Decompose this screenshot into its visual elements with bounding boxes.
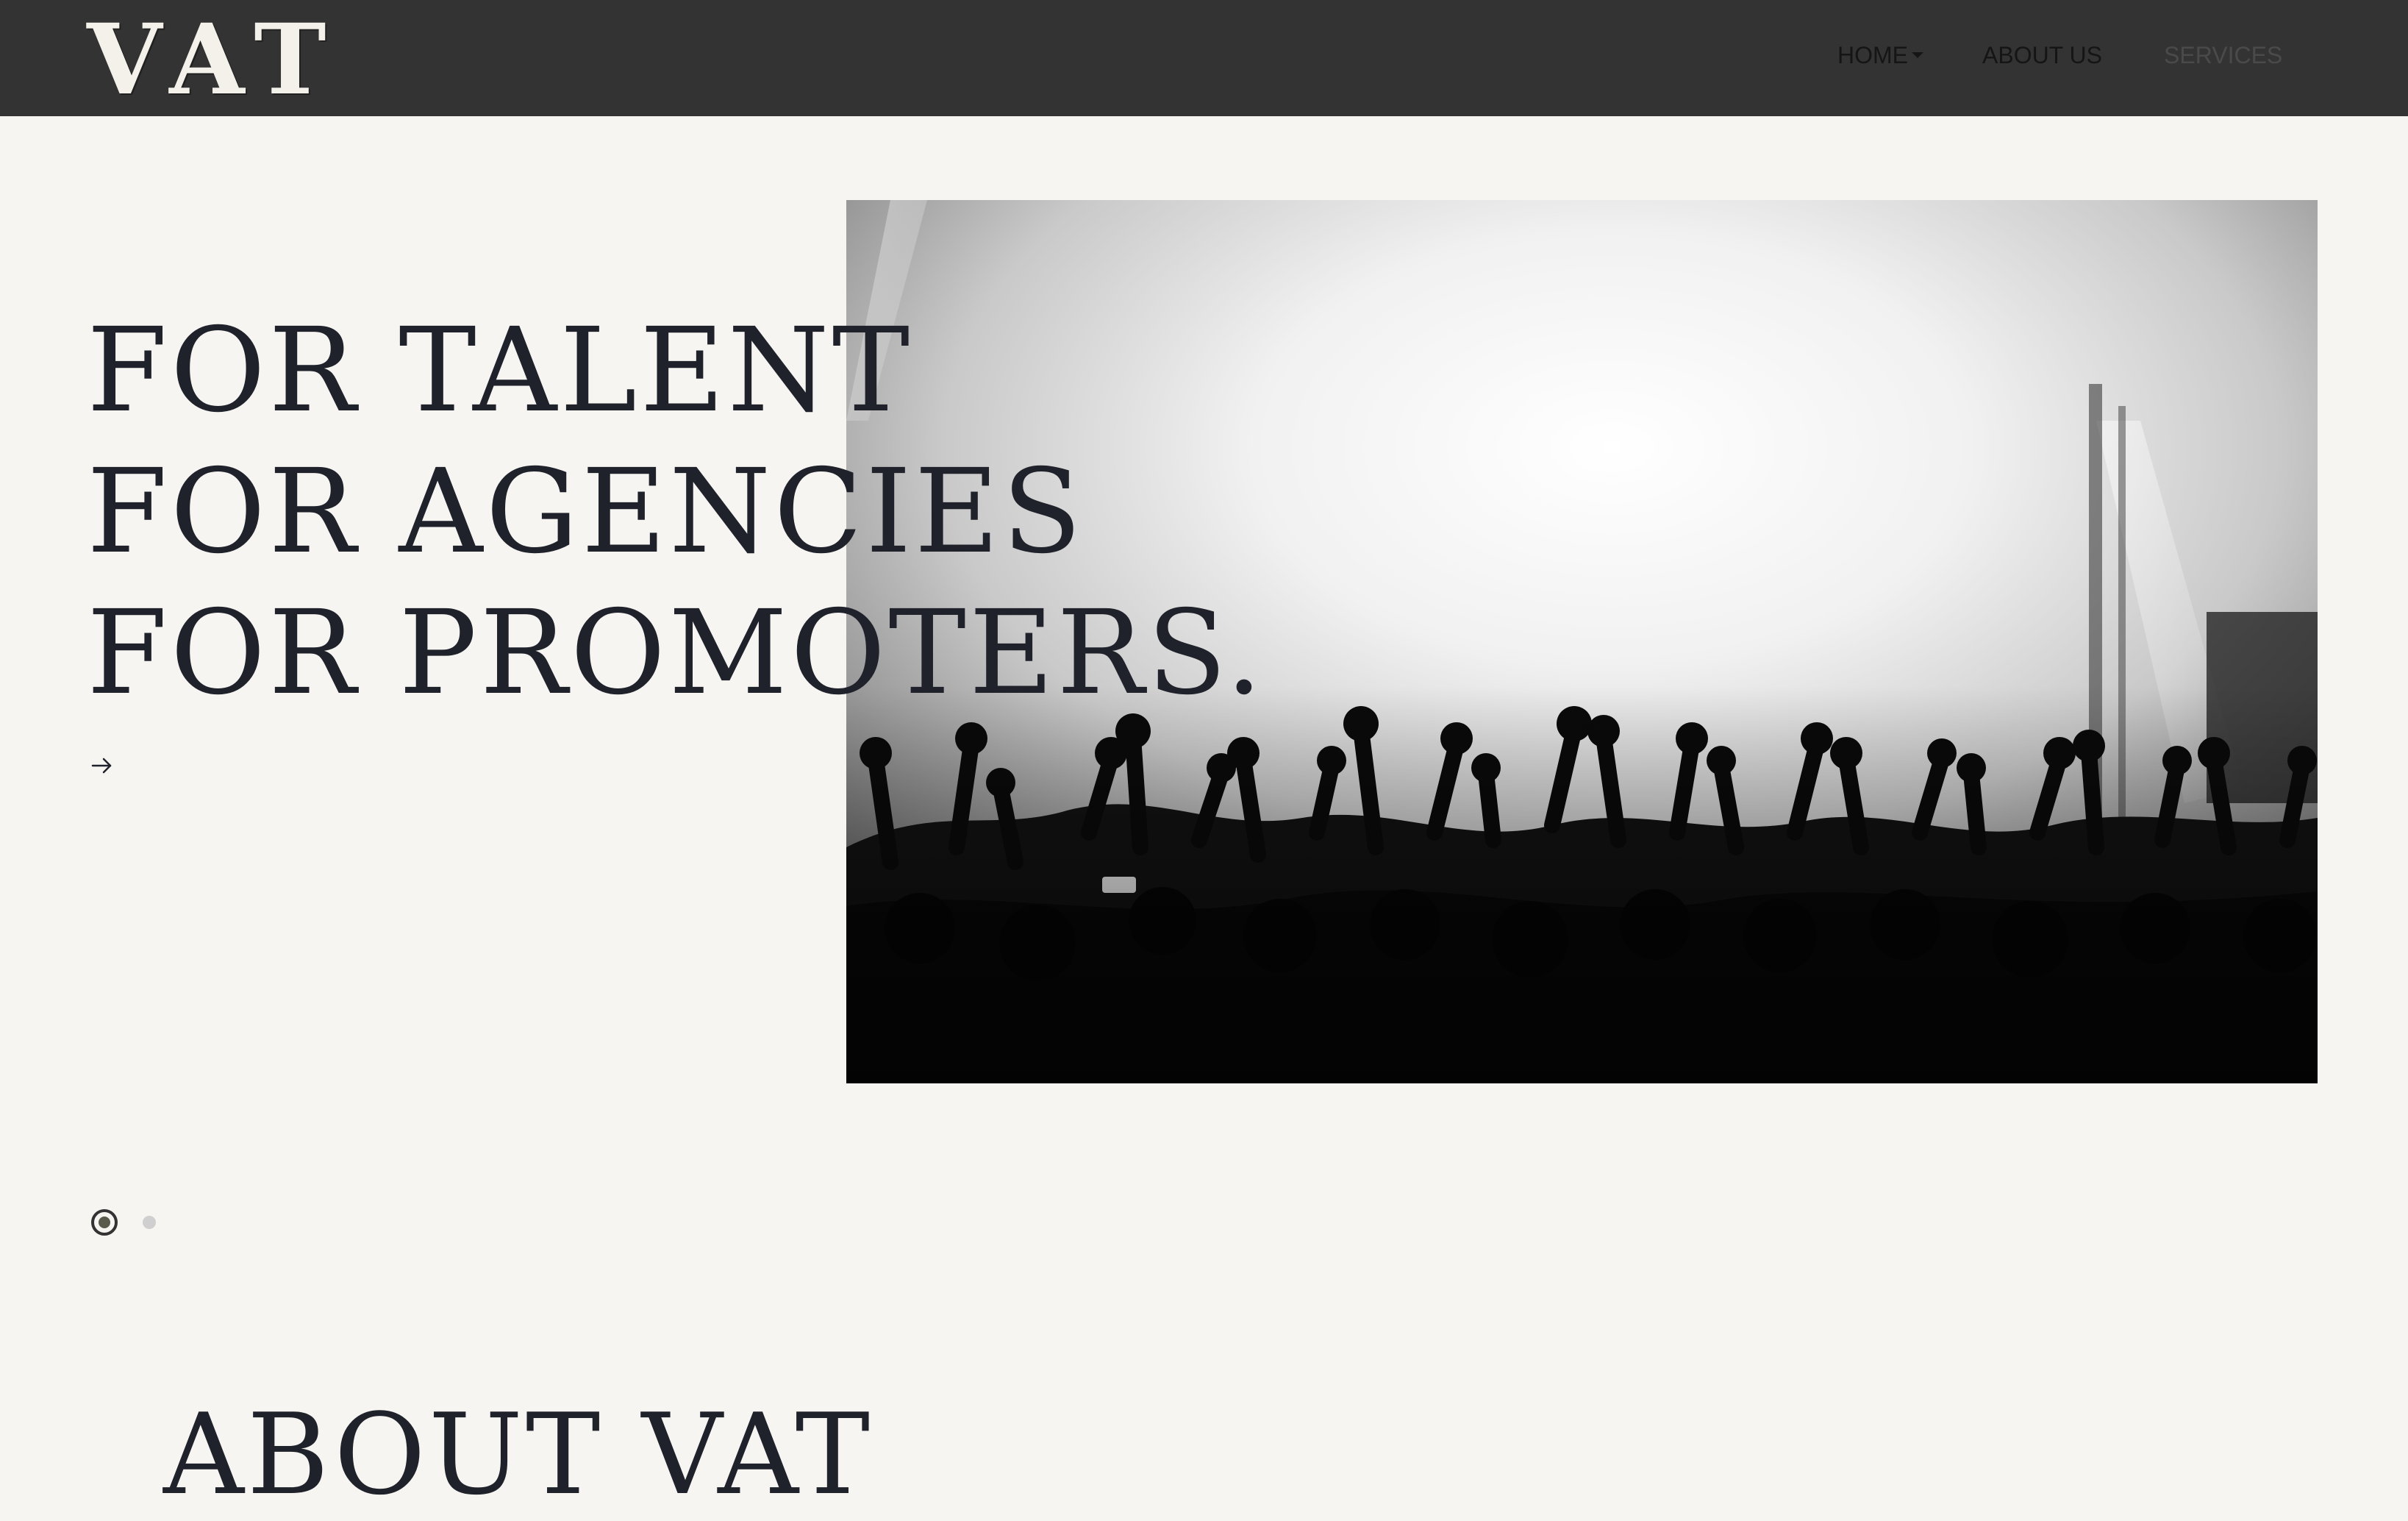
nav-about-us[interactable]: ABOUT US xyxy=(1982,37,2102,74)
hero-line-talent: FOR TALENT xyxy=(87,303,913,438)
nav-services[interactable]: SERVICES xyxy=(2164,37,2282,74)
chevron-down-icon[interactable] xyxy=(1912,52,1923,58)
about-heading: ABOUT VAT xyxy=(163,1389,873,1520)
carousel-dot-2[interactable] xyxy=(143,1216,156,1229)
carousel-dot-1[interactable] xyxy=(91,1209,118,1236)
navbar: VAT HOME ABOUT US SERVICES xyxy=(0,0,2408,116)
arrow-right-icon[interactable] xyxy=(90,753,115,778)
hero-headline: FOR TALENT FOR AGENCIES FOR PROMOTERS. xyxy=(87,300,1265,724)
hero-line-promoters: FOR PROMOTERS. xyxy=(87,585,1265,721)
nav-home[interactable]: HOME xyxy=(1837,37,1908,74)
brand-logo[interactable]: VAT xyxy=(87,9,341,112)
hero-line-agencies: FOR AGENCIES xyxy=(87,444,1085,580)
